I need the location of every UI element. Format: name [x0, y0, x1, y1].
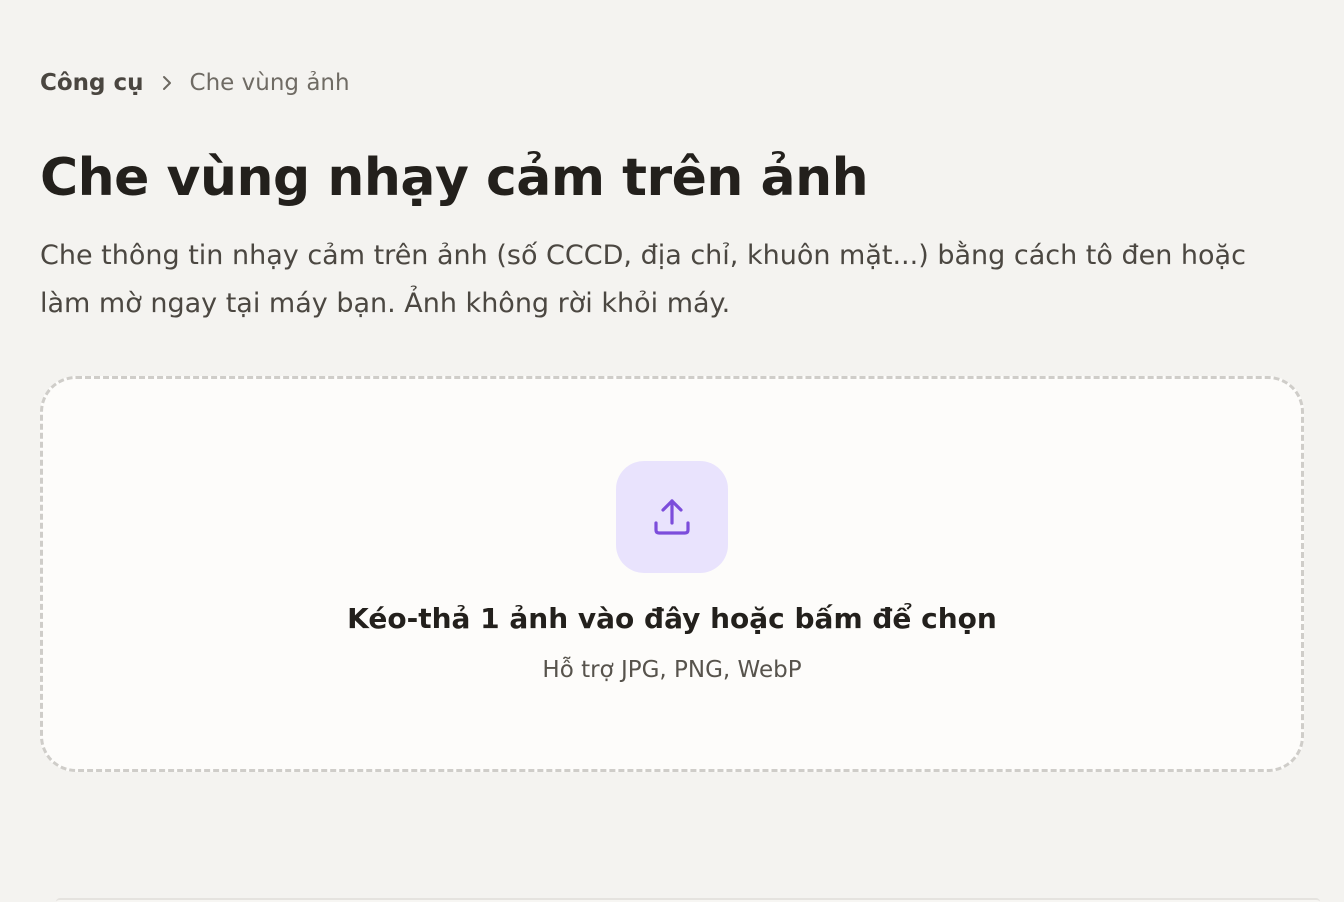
breadcrumb-current: Che vùng ảnh [189, 70, 350, 96]
dropzone-hint: Hỗ trợ JPG, PNG, WebP [542, 657, 802, 683]
upload-icon [616, 461, 728, 573]
breadcrumb: Công cụ Che vùng ảnh [40, 66, 350, 100]
page-title: Che vùng nhạy cảm trên ảnh [40, 148, 869, 208]
breadcrumb-link-tools[interactable]: Công cụ [40, 66, 144, 100]
page: Công cụ Che vùng ảnh Che vùng nhạy cảm t… [0, 0, 1344, 902]
image-dropzone[interactable]: Kéo-thả 1 ảnh vào đây hoặc bấm để chọn H… [40, 376, 1304, 772]
chevron-right-icon [144, 74, 190, 92]
page-description: Che thông tin nhạy cảm trên ảnh (số CCCD… [40, 240, 1246, 319]
next-section-edge [56, 898, 1320, 902]
dropzone-title: Kéo-thả 1 ảnh vào đây hoặc bấm để chọn [347, 602, 997, 635]
